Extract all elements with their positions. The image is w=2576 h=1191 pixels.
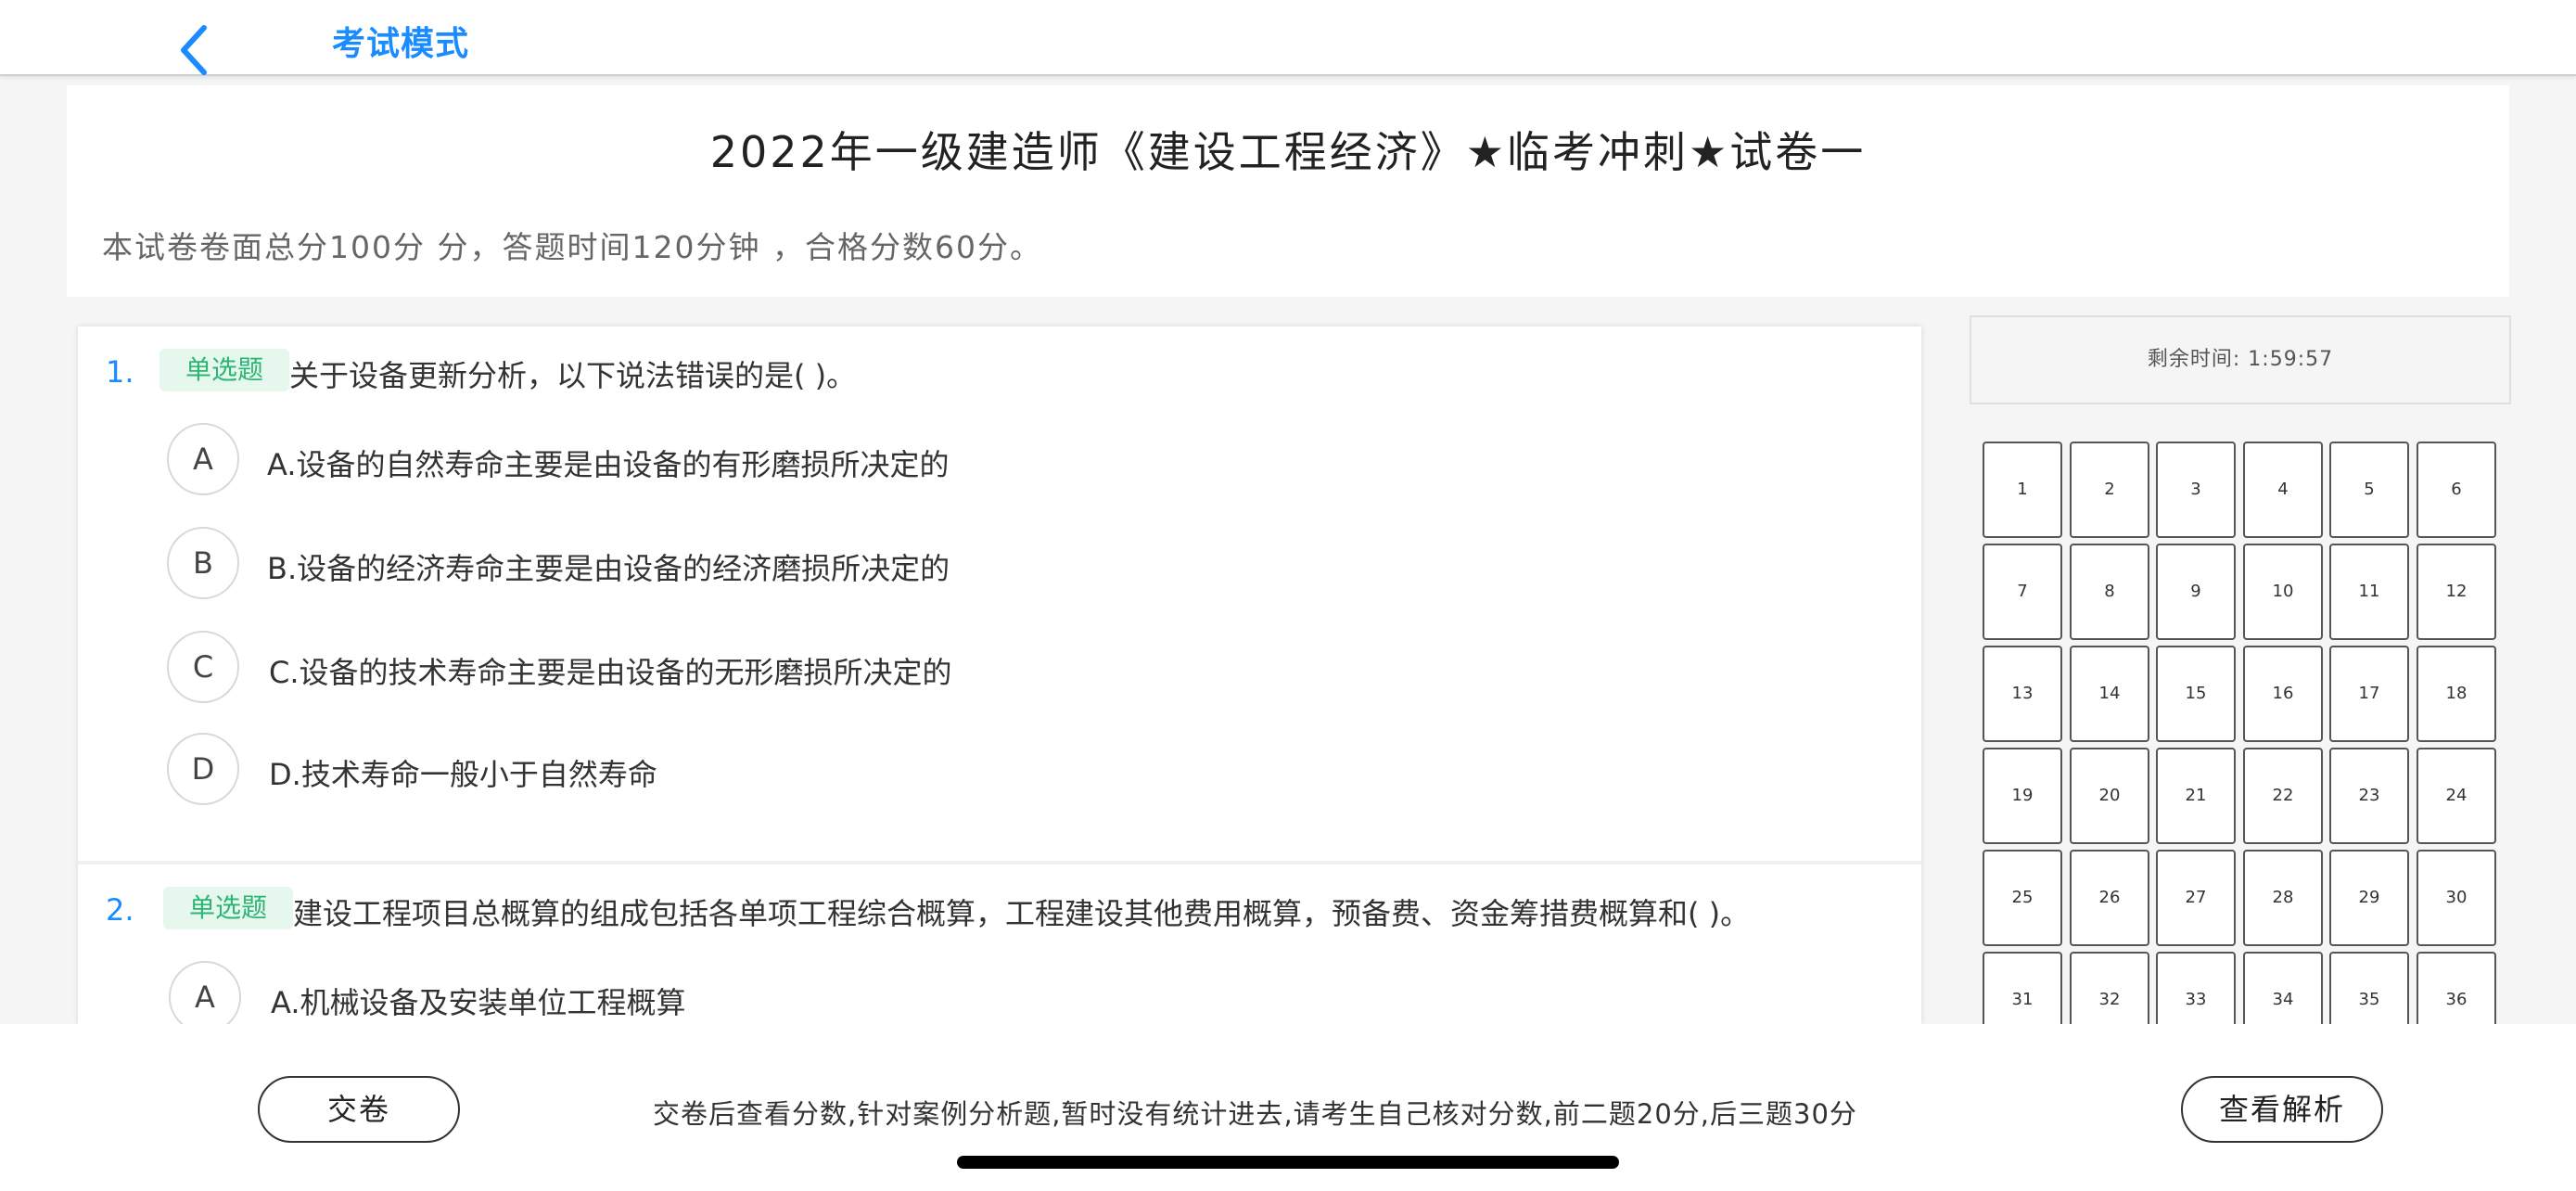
answer-sheet-cell[interactable]: 27 bbox=[2156, 850, 2236, 946]
answer-sheet-cell[interactable]: 8 bbox=[2070, 544, 2149, 640]
answer-sheet-cell[interactable]: 20 bbox=[2070, 748, 2149, 844]
answer-sheet-cell[interactable]: 6 bbox=[2417, 442, 2496, 538]
question-divider bbox=[78, 861, 1921, 864]
answer-sheet-cell[interactable]: 5 bbox=[2329, 442, 2409, 538]
answer-sheet-cell[interactable]: 23 bbox=[2329, 748, 2409, 844]
answer-sheet-cell[interactable]: 35 bbox=[2329, 952, 2409, 1024]
answer-sheet-cell[interactable]: 19 bbox=[1983, 748, 2062, 844]
answer-sheet-cell[interactable]: 14 bbox=[2070, 646, 2149, 742]
answer-sheet-cell[interactable]: 26 bbox=[2070, 850, 2149, 946]
question-number: 1. bbox=[106, 354, 134, 390]
option-c-button[interactable]: C bbox=[167, 631, 239, 703]
option-a-text[interactable]: A.设备的自然寿命主要是由设备的有形磨损所决定的 bbox=[267, 442, 950, 484]
answer-sheet-cell[interactable]: 18 bbox=[2417, 646, 2496, 742]
answer-sheet-cell[interactable]: 22 bbox=[2243, 748, 2323, 844]
question-stem: 建设工程项目总概算的组成包括各单项工程综合概算，工程建设其他费用概算，预备费、资… bbox=[293, 896, 1751, 931]
answer-sheet-cell[interactable]: 21 bbox=[2156, 748, 2236, 844]
option-b-button[interactable]: B bbox=[167, 527, 239, 599]
answer-sheet-cell[interactable]: 9 bbox=[2156, 544, 2236, 640]
answer-sheet-cell[interactable]: 11 bbox=[2329, 544, 2409, 640]
bottom-bar: 交卷 交卷后查看分数,针对案例分析题,暂时没有统计进去,请考生自己核对分数,前二… bbox=[0, 1024, 2576, 1191]
page-title: 考试模式 bbox=[332, 25, 470, 63]
top-nav-bar: 考试模式 bbox=[0, 0, 2576, 76]
answer-sheet-cell[interactable]: 13 bbox=[1983, 646, 2062, 742]
submit-button[interactable]: 交卷 bbox=[258, 1076, 460, 1143]
answer-sheet-cell[interactable]: 4 bbox=[2243, 442, 2323, 538]
option-a-button[interactable]: A bbox=[167, 423, 239, 495]
option-d-button[interactable]: D bbox=[167, 733, 239, 805]
question-type-tag: 单选题 bbox=[159, 349, 289, 391]
paper-info: 本试卷卷面总分100分 分，答题时间120分钟 ，合格分数60分。 bbox=[102, 229, 1042, 265]
answer-sheet-cell[interactable]: 25 bbox=[1983, 850, 2062, 946]
question-stem: 关于设备更新分析，以下说法错误的是( )。 bbox=[289, 358, 857, 393]
option-a-button[interactable]: A bbox=[169, 961, 241, 1024]
answer-sheet-cell[interactable]: 24 bbox=[2417, 748, 2496, 844]
answer-sheet-cell[interactable]: 28 bbox=[2243, 850, 2323, 946]
option-a-text[interactable]: A.机械设备及安装单位工程概算 bbox=[271, 980, 686, 1022]
option-d-text[interactable]: D.技术寿命一般小于自然寿命 bbox=[269, 751, 657, 794]
answer-sheet-cell[interactable]: 16 bbox=[2243, 646, 2323, 742]
answer-sheet-cell[interactable]: 30 bbox=[2417, 850, 2496, 946]
question-type-tag: 单选题 bbox=[163, 887, 293, 929]
submit-notice: 交卷后查看分数,针对案例分析题,暂时没有统计进去,请考生自己核对分数,前二题20… bbox=[653, 1098, 1857, 1130]
paper-title: 2022年一级建造师《建设工程经济》★临考冲刺★试卷一 bbox=[709, 127, 1867, 177]
paper-header-card: 2022年一级建造师《建设工程经济》★临考冲刺★试卷一 本试卷卷面总分100分 … bbox=[67, 85, 2509, 297]
answer-sheet-cell[interactable]: 15 bbox=[2156, 646, 2236, 742]
answer-sheet-cell[interactable]: 36 bbox=[2417, 952, 2496, 1024]
question-number: 2. bbox=[106, 892, 134, 928]
answer-sheet-cell[interactable]: 7 bbox=[1983, 544, 2062, 640]
answer-sheet-cell[interactable]: 1 bbox=[1983, 442, 2062, 538]
answer-sheet-cell[interactable]: 17 bbox=[2329, 646, 2409, 742]
home-indicator bbox=[957, 1156, 1619, 1169]
answer-sheet-cell[interactable]: 2 bbox=[2070, 442, 2149, 538]
back-button[interactable] bbox=[176, 24, 213, 76]
answer-sheet-cell[interactable]: 31 bbox=[1983, 952, 2062, 1024]
option-c-text[interactable]: C.设备的技术寿命主要是由设备的无形磨损所决定的 bbox=[269, 649, 952, 692]
answer-sheet-cell[interactable]: 34 bbox=[2243, 952, 2323, 1024]
answer-sheet-cell[interactable]: 12 bbox=[2417, 544, 2496, 640]
chevron-left-icon bbox=[181, 25, 207, 75]
option-b-text[interactable]: B.设备的经济寿命主要是由设备的经济磨损所决定的 bbox=[267, 545, 950, 588]
answer-sheet-cell[interactable]: 29 bbox=[2329, 850, 2409, 946]
answer-sheet-cell[interactable]: 32 bbox=[2070, 952, 2149, 1024]
remaining-time: 剩余时间: 1:59:57 bbox=[1970, 315, 2511, 404]
answer-sheet-grid: 1 2 3 4 5 6 7 8 9 10 11 12 13 14 15 16 17 18 19 20 21 22 23 24 2… bbox=[1983, 442, 2498, 1024]
question-list: 1. 单选题 关于设备更新分析，以下说法错误的是( )。 A A.设备的自然寿命… bbox=[78, 327, 1921, 1024]
answer-sheet-cell[interactable]: 33 bbox=[2156, 952, 2236, 1024]
answer-sheet-cell[interactable]: 10 bbox=[2243, 544, 2323, 640]
view-analysis-button[interactable]: 查看解析 bbox=[2181, 1076, 2383, 1143]
answer-sheet-cell[interactable]: 3 bbox=[2156, 442, 2236, 538]
